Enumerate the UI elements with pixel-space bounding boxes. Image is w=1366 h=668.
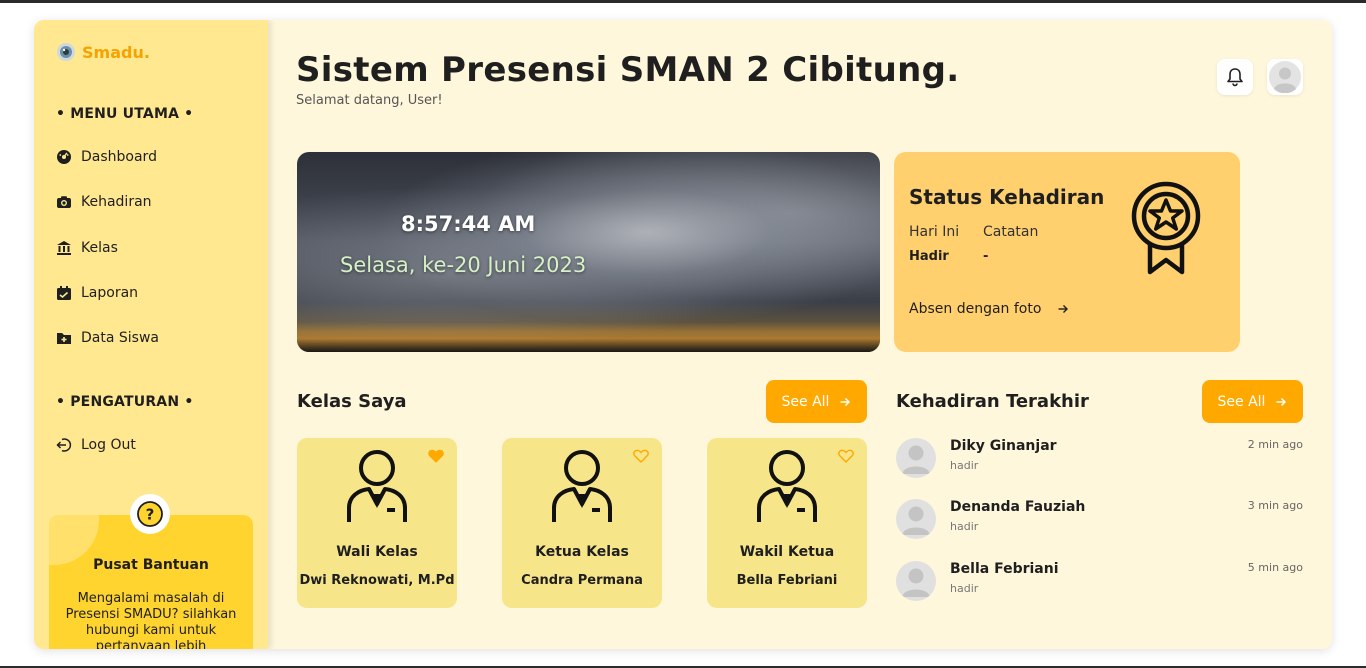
note-label: Catatan xyxy=(983,224,1039,240)
camera-icon xyxy=(56,194,72,210)
today-label: Hari Ini xyxy=(909,224,960,240)
brand-name: Smadu. xyxy=(82,42,150,62)
see-all-label: See All xyxy=(781,393,830,410)
sidebar-item-label: Data Siswa xyxy=(81,330,159,346)
bank-icon xyxy=(56,240,72,256)
sunset-glow xyxy=(297,322,880,352)
attendee-name: Bella Febriani xyxy=(950,561,1059,577)
help-title: Pusat Bantuan xyxy=(93,557,209,573)
attendee-status: hadir xyxy=(950,582,979,595)
page-title: Sistem Presensi SMAN 2 Cibitung. xyxy=(296,50,960,90)
class-card[interactable]: Ketua Kelas Candra Permana xyxy=(502,438,662,608)
classes-see-all-button[interactable]: See All xyxy=(766,380,867,423)
attendee-name: Diky Ginanjar xyxy=(950,438,1057,454)
logout-icon xyxy=(56,437,72,453)
sidebar-item-label: Laporan xyxy=(81,285,139,301)
note-value: - xyxy=(983,249,989,264)
notification-button[interactable] xyxy=(1217,59,1253,95)
list-item[interactable]: Bella Febriani hadir 5 min ago xyxy=(896,561,1303,611)
folder-icon xyxy=(56,330,72,346)
class-member-name: Dwi Reknowati, M.Pd xyxy=(299,573,455,588)
current-date: Selasa, ke-20 Juni 2023 xyxy=(340,253,587,277)
sidebar-item-label: Dashboard xyxy=(81,149,157,165)
sidebar-item-laporan[interactable]: Laporan xyxy=(56,285,138,301)
person-icon xyxy=(552,450,612,522)
help-center-card: Pusat Bantuan Mengalami masalah di Prese… xyxy=(49,515,253,649)
logout-button[interactable]: Log Out xyxy=(56,437,136,453)
svg-text:?: ? xyxy=(146,506,155,524)
settings-section-label: • PENGATURAN • xyxy=(56,394,194,410)
favorite-heart-icon[interactable] xyxy=(838,448,854,464)
sidebar: Smadu. • MENU UTAMA • Dashboard Kehadira… xyxy=(34,20,268,649)
logout-label: Log Out xyxy=(81,437,136,453)
class-card[interactable]: Wali Kelas Dwi Reknowati, M.Pd xyxy=(297,438,457,608)
sidebar-item-kelas[interactable]: Kelas xyxy=(56,240,118,256)
medal-icon xyxy=(1131,181,1201,275)
sidebar-item-label: Kehadiran xyxy=(81,194,152,210)
sidebar-item-kehadiran[interactable]: Kehadiran xyxy=(56,194,152,210)
brand[interactable]: Smadu. xyxy=(56,42,150,62)
user-avatar-icon xyxy=(902,568,930,597)
list-item[interactable]: Diky Ginanjar hadir 2 min ago xyxy=(896,438,1303,488)
current-time: 8:57:44 AM xyxy=(401,212,536,236)
favorite-heart-icon[interactable] xyxy=(633,448,649,464)
attendee-time: 5 min ago xyxy=(1247,561,1303,574)
class-member-name: Bella Febriani xyxy=(736,573,838,588)
photo-attendance-label: Absen dengan foto xyxy=(909,301,1042,317)
question-icon: ? xyxy=(137,501,163,527)
attendee-status: hadir xyxy=(950,520,979,533)
app-window: Smadu. • MENU UTAMA • Dashboard Kehadira… xyxy=(34,20,1332,649)
sidebar-item-data-siswa[interactable]: Data Siswa xyxy=(56,330,159,346)
class-role: Ketua Kelas xyxy=(535,544,629,560)
person-icon xyxy=(757,450,817,522)
eye-logo-icon xyxy=(57,43,75,61)
arrow-right-icon xyxy=(1058,305,1069,313)
sidebar-item-label: Kelas xyxy=(81,240,118,256)
profile-button[interactable] xyxy=(1267,59,1303,95)
class-card[interactable]: Wakil Ketua Bella Febriani xyxy=(707,438,867,608)
dashboard-icon xyxy=(56,149,72,165)
photo-attendance-link[interactable]: Absen dengan foto xyxy=(909,301,1069,317)
attendance-title: Kehadiran Terakhir xyxy=(896,391,1089,412)
page-subtitle: Selamat datang, User! xyxy=(296,93,443,108)
class-member-name: Candra Permana xyxy=(521,573,643,588)
avatar xyxy=(896,561,936,601)
person-icon xyxy=(347,450,407,522)
user-avatar-icon xyxy=(902,506,930,535)
sidebar-item-dashboard[interactable]: Dashboard xyxy=(56,149,157,165)
help-text: Mengalami masalah di Presensi SMADU? sil… xyxy=(65,591,237,649)
status-title: Status Kehadiran xyxy=(909,185,1105,209)
attendee-status: hadir xyxy=(950,459,979,472)
avatar xyxy=(896,438,936,478)
see-all-label: See All xyxy=(1217,393,1266,410)
arrow-right-icon xyxy=(840,397,851,406)
attendee-time: 2 min ago xyxy=(1247,438,1303,451)
report-icon xyxy=(56,285,72,301)
help-button[interactable]: ? xyxy=(130,494,170,534)
class-role: Wakil Ketua xyxy=(739,544,835,560)
attendee-time: 3 min ago xyxy=(1247,499,1303,512)
arrow-right-icon xyxy=(1276,397,1287,406)
classes-title: Kelas Saya xyxy=(297,391,407,412)
favorite-heart-icon[interactable] xyxy=(428,448,444,464)
bell-icon xyxy=(1227,68,1243,87)
user-avatar-icon xyxy=(902,445,930,474)
user-avatar-icon xyxy=(1269,61,1301,93)
attendance-see-all-button[interactable]: See All xyxy=(1202,380,1303,423)
today-value: Hadir xyxy=(909,249,949,264)
attendance-status-card: Status Kehadiran Hari Ini Catatan Hadir … xyxy=(894,152,1240,352)
clock-banner: 8:57:44 AM Selasa, ke-20 Juni 2023 xyxy=(297,152,880,352)
avatar xyxy=(896,499,936,539)
window-top-border xyxy=(0,0,1366,3)
attendee-name: Denanda Fauziah xyxy=(950,499,1086,515)
menu-section-label: • MENU UTAMA • xyxy=(56,106,194,122)
list-item[interactable]: Denanda Fauziah hadir 3 min ago xyxy=(896,499,1303,549)
class-role: Wali Kelas xyxy=(336,544,418,560)
